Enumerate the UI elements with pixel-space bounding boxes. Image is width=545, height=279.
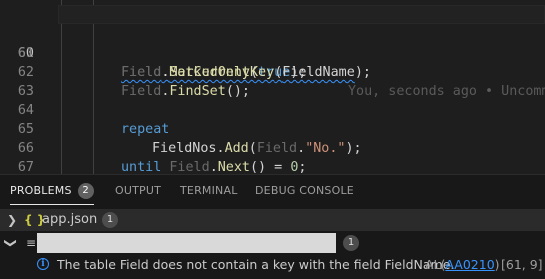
tab-problems[interactable]: PROBLEMS 2 [10, 175, 94, 207]
code-line-65[interactable]: 65 FieldNos.Add(Field."No."); [0, 101, 545, 156]
current-line-highlight [58, 5, 545, 24]
problems-count-badge: 2 [77, 183, 94, 199]
problem-group-row[interactable]: ❯ ≡ 1 [0, 232, 545, 254]
file-name: app.json [42, 212, 98, 227]
problem-position: [61, 9] [501, 257, 543, 272]
chevron-down-icon[interactable]: ❯ [0, 238, 22, 248]
problem-source: AL(AA0210) [425, 257, 500, 272]
info-icon: i [37, 258, 49, 270]
code-line-64[interactable]: 64 repeat [0, 82, 545, 137]
problem-file-row[interactable]: ❯ { } app.json 1 [0, 209, 545, 231]
tab-terminal[interactable]: TERMINAL [180, 175, 238, 207]
code-line-60[interactable]: 60 Field.MarkedOnly(true); You, seconds … [0, 5, 545, 99]
redacted-file-path [37, 233, 336, 253]
rule-code-link[interactable]: AA0210 [445, 257, 494, 272]
code-line-61[interactable]: 61 Field.SetCurrentKey(FieldName); [0, 25, 545, 80]
problem-message-row[interactable]: i The table Field does not contain a key… [0, 254, 545, 276]
file-problem-count-badge: 1 [102, 212, 118, 228]
code-line-67[interactable]: 67 end; [0, 139, 545, 174]
list-icon: ≡ [26, 236, 37, 250]
tab-debug-console[interactable]: DEBUG CONSOLE [255, 175, 354, 207]
code-editor[interactable]: 60 Field.MarkedOnly(true); You, seconds … [0, 0, 545, 174]
tab-output[interactable]: OUTPUT [115, 175, 161, 207]
bottom-panel: PROBLEMS 2 OUTPUT TERMINAL DEBUG CONSOLE … [0, 174, 545, 279]
panel-tabs: PROBLEMS 2 OUTPUT TERMINAL DEBUG CONSOLE [0, 175, 545, 207]
group-problem-count-badge: 1 [343, 235, 359, 251]
problem-message: The table Field does not contain a key w… [57, 257, 455, 272]
chevron-right-icon[interactable]: ❯ [7, 209, 17, 231]
code-line-66[interactable]: 66 until Field.Next() = 0; [0, 120, 545, 174]
code-line-68[interactable]: 68 [0, 158, 545, 174]
code-line-62[interactable]: 62 Field.FindSet(); [0, 44, 545, 99]
code-line-63[interactable]: 63 [0, 63, 545, 99]
